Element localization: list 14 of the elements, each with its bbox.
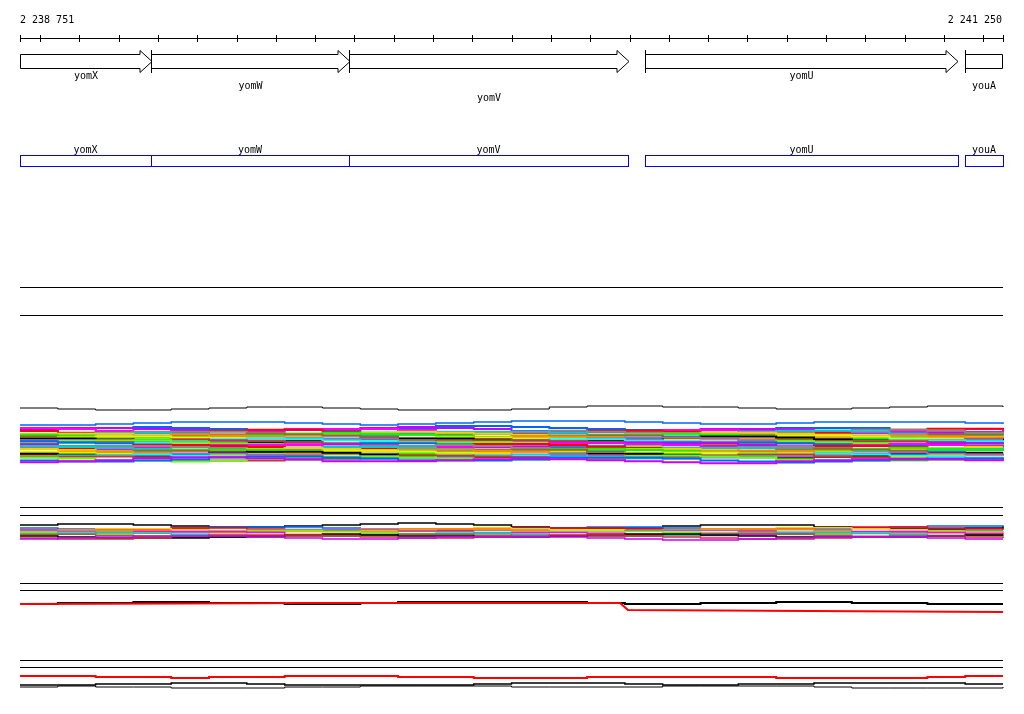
gene-label: yomX	[73, 70, 99, 81]
annotation-label: yomV	[476, 144, 501, 155]
gene-arrow	[965, 49, 1003, 74]
annotation-label: youA	[971, 144, 997, 155]
end-coordinate: 2 241 250	[947, 14, 1002, 25]
annotation-label: yomX	[73, 144, 98, 155]
annotation-box	[965, 155, 1004, 167]
gene-label: yomV	[476, 92, 502, 103]
gene-label: yomW	[238, 80, 263, 91]
start-coordinate: 2 238 751	[20, 14, 75, 25]
annotation-label: yomU	[789, 144, 814, 155]
annotation-label: yomW	[237, 144, 263, 155]
gene-label: yomU	[789, 70, 814, 81]
gene-label: youA	[971, 80, 997, 91]
